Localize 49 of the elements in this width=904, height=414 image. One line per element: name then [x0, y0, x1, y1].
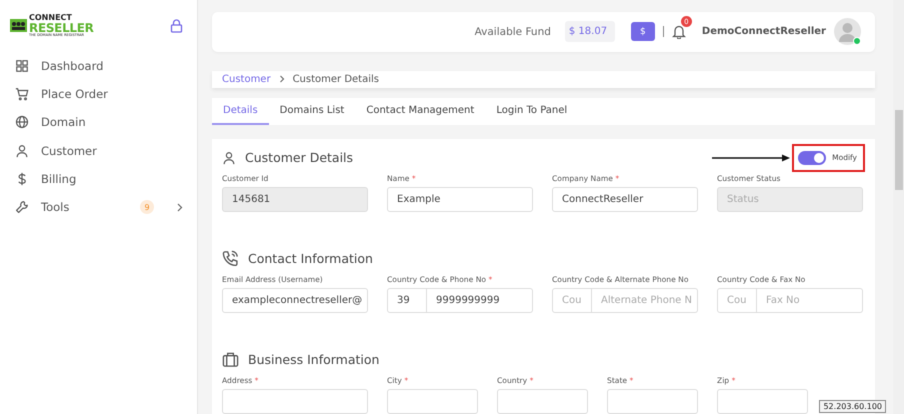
- tab[interactable]: Details: [212, 98, 269, 125]
- grid-icon: [15, 58, 29, 73]
- add-fund-button[interactable]: $: [630, 22, 655, 42]
- count-badge: 9: [140, 200, 154, 214]
- input-field[interactable]: [222, 389, 368, 414]
- sidebar-item[interactable]: Customer: [0, 136, 197, 165]
- logo-icon: [10, 19, 27, 32]
- chevron-icon: [176, 202, 183, 212]
- scrollbar[interactable]: [893, 0, 904, 414]
- section-title: Customer Details: [245, 150, 354, 165]
- fund-amount: $ 18.07: [564, 21, 615, 42]
- sidebar-item[interactable]: Dashboard: [0, 52, 197, 80]
- input-field[interactable]: exampleconnectreseller@: [222, 288, 368, 313]
- input-field[interactable]: Example: [387, 187, 533, 212]
- bell-icon[interactable]: [672, 24, 686, 40]
- avatar[interactable]: [834, 18, 861, 46]
- input-field[interactable]: [607, 389, 698, 414]
- user-icon: [222, 150, 236, 164]
- input-field[interactable]: ConnectReseller: [552, 187, 698, 212]
- input-field[interactable]: [717, 389, 808, 414]
- sidebar-item[interactable]: Tools 9: [0, 192, 197, 222]
- section-title: Contact Information: [248, 251, 373, 266]
- country-code-field[interactable]: 39: [387, 288, 427, 313]
- breadcrumb-link[interactable]: Customer: [222, 74, 271, 85]
- section-title: Business Information: [248, 352, 380, 367]
- tab[interactable]: Domains List: [268, 98, 356, 125]
- sidebar-item[interactable]: Billing: [0, 164, 197, 193]
- fund-label: Available Fund: [474, 26, 551, 38]
- breadcrumb-current: Customer Details: [292, 74, 379, 85]
- chevron-icon: [278, 75, 285, 84]
- phone-icon: [222, 250, 239, 267]
- tab[interactable]: Contact Management: [355, 98, 486, 125]
- input-field[interactable]: [497, 389, 588, 414]
- cart-icon: [15, 86, 29, 101]
- briefcase-icon: [222, 351, 239, 368]
- sidebar-item[interactable]: Domain: [0, 108, 197, 136]
- toggle-switch[interactable]: [798, 150, 826, 164]
- sidebar-item[interactable]: Place Order: [0, 80, 197, 108]
- globe-icon: [15, 115, 29, 130]
- input-field[interactable]: 9999999999: [427, 288, 533, 313]
- logo-text: RESELLER: [29, 22, 94, 34]
- logo-text: CONNECT: [29, 14, 73, 22]
- username[interactable]: DemoConnectReseller: [702, 26, 826, 38]
- tab[interactable]: Login To Panel: [485, 98, 578, 125]
- user-icon: [15, 144, 29, 158]
- lock-icon[interactable]: [170, 18, 183, 33]
- ip-tooltip: 52.203.60.100: [819, 400, 886, 413]
- input-field[interactable]: [387, 389, 478, 414]
- wrench-icon: [15, 200, 29, 214]
